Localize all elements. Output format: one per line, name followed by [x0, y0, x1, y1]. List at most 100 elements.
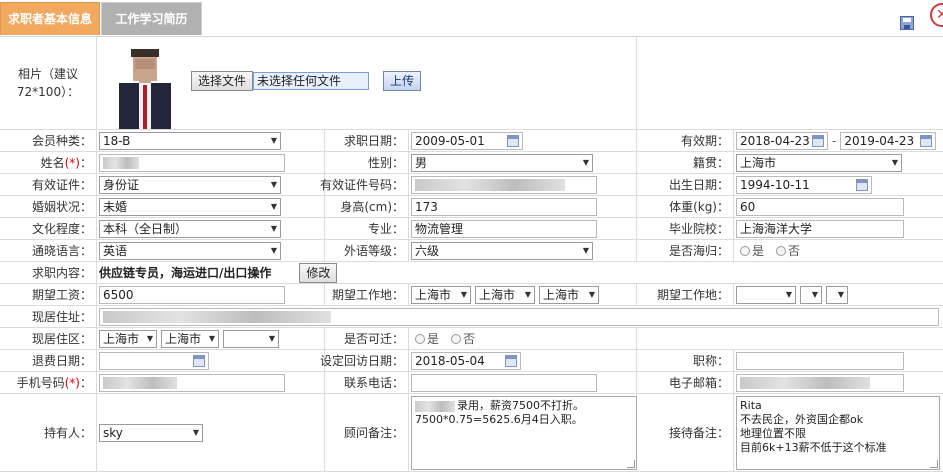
row-education: 文化程度： 本科（全日制） 专业： 物流管理 毕业院校： 上海海洋大学: [0, 218, 943, 240]
calendar-icon[interactable]: [505, 354, 517, 367]
owner-select[interactable]: sky: [99, 423, 203, 442]
job-date-value: 2009-05-01: [415, 133, 485, 148]
native-place-select[interactable]: 上海市: [736, 153, 902, 172]
validity-end-input[interactable]: 2019-04-23: [840, 131, 937, 150]
empty-cell: [637, 328, 943, 349]
close-icon[interactable]: ✕: [930, 3, 943, 27]
row-id: 有效证件： 身份证 有效证件号码： 出生日期： 1994-10-11: [0, 174, 943, 196]
row-remarks: 持有人： sky 顾问备注： 录用，薪资7500不打折。 7500*0.75=5…: [0, 394, 943, 472]
label-owner: 持有人：: [0, 394, 97, 471]
address-input[interactable]: [99, 307, 939, 326]
calendar-icon[interactable]: [812, 134, 824, 147]
email-input[interactable]: [736, 373, 904, 392]
photo-row: 相片（建议72*100）： 选择文件 未选择任何文件 上传: [0, 37, 943, 130]
advisor-remark-textarea[interactable]: 录用，薪资7500不打折。 7500*0.75=5625.6月4日入职。: [411, 396, 637, 470]
birth-date-input[interactable]: 1994-10-11: [736, 175, 872, 194]
radio-label: 否: [463, 332, 476, 346]
row-district: 现居住区： 上海市 上海市 是否可迁： 是 否: [0, 328, 943, 350]
label-marital: 婚姻状况：: [0, 196, 97, 217]
label-relocate: 是否可迁：: [325, 328, 409, 349]
height-input[interactable]: 173: [411, 197, 597, 216]
row-member-type: 会员种类： 18-B 求职日期： 2009-05-01 有效期： 2018-04…: [0, 130, 943, 152]
row-marital: 婚姻状况： 未婚 身高(cm)： 173 体重(kg)： 60: [0, 196, 943, 218]
validity-separator: -: [832, 133, 837, 148]
photo-empty-cell: [637, 37, 943, 129]
label-mobile: 手机号码 (*)：: [0, 372, 97, 393]
label-returnee: 是否海归：: [637, 240, 734, 261]
required-mark: (*): [64, 375, 80, 390]
calendar-icon[interactable]: [920, 134, 933, 147]
label-id-type: 有效证件：: [0, 174, 97, 195]
relocate-no-radio[interactable]: 否: [451, 330, 475, 347]
name-input[interactable]: [99, 153, 285, 172]
label-language-level: 外语等级：: [325, 240, 409, 261]
district-select-1[interactable]: 上海市: [99, 329, 157, 348]
row-job-content: 求职内容： 供应链专员，海运进口/出口操作 修改: [0, 262, 943, 284]
work-place-select-2[interactable]: 上海市: [475, 285, 535, 304]
redacted-email: [740, 376, 870, 389]
calendar-icon[interactable]: [193, 354, 205, 367]
label-name-text: 姓名: [40, 156, 65, 170]
edit-job-content-button[interactable]: 修改: [299, 262, 338, 283]
work-place2-select-2[interactable]: [800, 285, 822, 304]
major-input[interactable]: 物流管理: [411, 219, 597, 238]
row-name: 姓名(*)： 性别： 男 籍贯： 上海市: [0, 152, 943, 174]
marital-select[interactable]: 未婚: [99, 197, 281, 216]
education-select[interactable]: 本科（全日制）: [99, 219, 281, 238]
row-address: 现居住址：: [0, 306, 943, 328]
redacted-address: [103, 310, 331, 323]
label-salary: 期望工资：: [0, 284, 97, 305]
district-select-2[interactable]: 上海市: [161, 329, 219, 348]
label-major: 专业：: [325, 218, 409, 239]
district-select-3[interactable]: [223, 329, 279, 348]
calendar-icon[interactable]: [856, 178, 868, 191]
radio-label: 是: [427, 332, 440, 346]
label-email: 电子邮箱：: [637, 372, 734, 393]
id-type-select[interactable]: 身份证: [99, 175, 281, 194]
label-language: 通晓语言：: [0, 240, 97, 261]
photo-cell: 选择文件 未选择任何文件 上传: [97, 37, 637, 129]
work-place-select-3[interactable]: 上海市: [539, 285, 599, 304]
work-place-select-1[interactable]: 上海市: [411, 285, 471, 304]
label-reception-remark: 接待备注：: [637, 394, 734, 471]
save-icon[interactable]: [900, 16, 914, 30]
returnee-no-radio[interactable]: 否: [776, 242, 800, 259]
reception-remark-textarea[interactable]: Rita 不去民企，外资国企都ok 地理位置不限 目前6k+13薪不低于这个标准: [736, 396, 940, 470]
returnee-yes-radio[interactable]: 是: [740, 242, 764, 259]
candidate-photo: [111, 45, 179, 129]
job-date-input[interactable]: 2009-05-01: [411, 131, 523, 150]
title-input[interactable]: [736, 351, 904, 370]
revisit-date-input[interactable]: 2018-05-04: [411, 351, 521, 370]
row-salary: 期望工资： 6500 期望工作地： 上海市 上海市 上海市 期望工作地：: [0, 284, 943, 306]
label-job-date: 求职日期：: [325, 130, 409, 151]
weight-input[interactable]: 60: [736, 197, 904, 216]
tab-basic-info[interactable]: 求职者基本信息: [0, 2, 100, 35]
label-height: 身高(cm)：: [325, 196, 409, 217]
mobile-input[interactable]: [99, 373, 285, 392]
school-input[interactable]: 上海海洋大学: [736, 219, 904, 238]
calendar-icon[interactable]: [507, 134, 519, 147]
gender-select[interactable]: 男: [411, 153, 593, 172]
label-weight: 体重(kg)：: [637, 196, 734, 217]
tab-work-study-resume[interactable]: 工作学习简历: [101, 2, 202, 35]
phone-input[interactable]: [411, 373, 597, 392]
label-school: 毕业院校：: [637, 218, 734, 239]
id-number-input[interactable]: [411, 175, 597, 194]
photo-label: 相片（建议72*100）：: [0, 37, 97, 129]
upload-button[interactable]: 上传: [383, 71, 422, 91]
birth-date-value: 1994-10-11: [740, 177, 810, 192]
validity-start-input[interactable]: 2018-04-23: [736, 131, 828, 150]
salary-input[interactable]: 6500: [99, 285, 285, 304]
member-type-select[interactable]: 18-B: [99, 131, 281, 150]
label-education: 文化程度：: [0, 218, 97, 239]
language-level-select[interactable]: 六级: [411, 241, 593, 260]
work-place2-select-1[interactable]: [736, 285, 796, 304]
relocate-yes-radio[interactable]: 是: [415, 330, 439, 347]
label-native-place: 籍贯：: [637, 152, 734, 173]
redacted-id-number: [415, 178, 565, 191]
label-birth-date: 出生日期：: [637, 174, 734, 195]
refund-date-input[interactable]: [99, 351, 209, 370]
language-select[interactable]: 英语: [99, 241, 281, 260]
choose-file-button[interactable]: 选择文件: [191, 71, 254, 91]
work-place2-select-3[interactable]: [826, 285, 848, 304]
